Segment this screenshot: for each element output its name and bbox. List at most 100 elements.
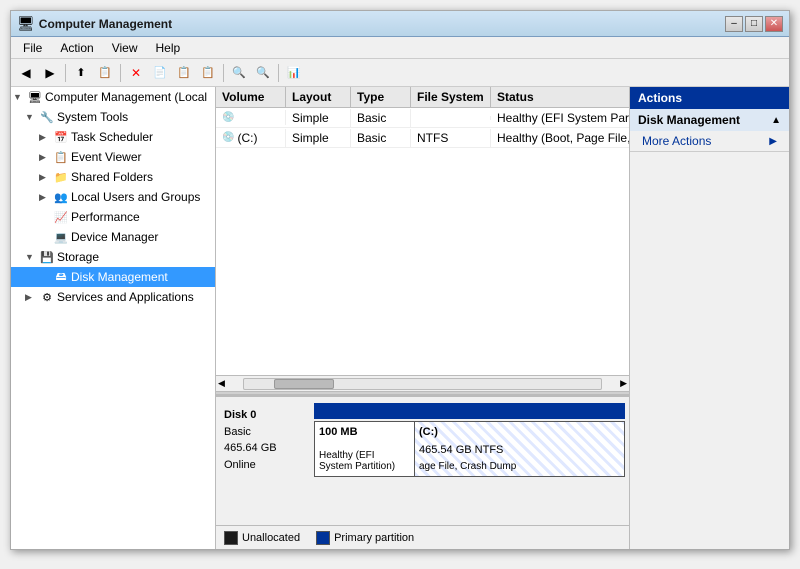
actions-title: Actions	[630, 87, 789, 109]
tree-root-label: Computer Management (Local	[45, 90, 207, 104]
partition-efi-size: 100 MB	[319, 426, 410, 438]
toolbar-snap[interactable]: 📋	[94, 62, 116, 84]
toolbar-copy[interactable]: 📋	[173, 62, 195, 84]
shared-folders-expand-icon: ▶	[39, 172, 51, 183]
tree-services[interactable]: ▶ ⚙ Services and Applications	[11, 287, 215, 307]
center-pane: Volume Layout Type File System Status 💿	[216, 87, 629, 549]
legend-primary: Primary partition	[316, 531, 414, 545]
maximize-button[interactable]: □	[745, 16, 763, 32]
th-volume[interactable]: Volume	[216, 87, 286, 107]
computer-icon: 🖥	[27, 89, 43, 105]
partition-c[interactable]: (C:) 465.54 GB NTFS age File, Crash Dump	[415, 422, 624, 476]
close-button[interactable]: ✕	[765, 16, 783, 32]
partition-efi[interactable]: 100 MB Healthy (EFI System Partition)	[315, 422, 415, 476]
shared-folders-icon: 📁	[53, 169, 69, 185]
system-tools-expand-icon: ▼	[25, 112, 37, 122]
toolbar-up[interactable]: ⬆	[70, 62, 92, 84]
disk-info: Disk 0 Basic 465.64 GB Online	[220, 403, 310, 477]
toolbar-forward[interactable]: ▶	[39, 62, 61, 84]
action-section-disk-mgmt: Disk Management ▲ More Actions ▶	[630, 109, 789, 152]
device-manager-icon: 💻	[53, 229, 69, 245]
td-fs-0	[411, 116, 491, 120]
th-type[interactable]: Type	[351, 87, 411, 107]
action-section-header[interactable]: Disk Management ▲	[630, 109, 789, 131]
table-header: Volume Layout Type File System Status	[216, 87, 629, 108]
toolbar-paste[interactable]: 📋	[197, 62, 219, 84]
menu-file[interactable]: File	[15, 39, 50, 57]
toolbar: ◀ ▶ ⬆ 📋 ✕ 📄 📋 📋 🔍 🔍 📊	[11, 59, 789, 87]
table-hscrollbar[interactable]: ◀ ▶	[216, 375, 629, 391]
toolbar-delete[interactable]: ✕	[125, 62, 147, 84]
toolbar-sep-2	[120, 64, 121, 82]
storage-expand-icon: ▼	[25, 252, 37, 262]
disk-bar	[314, 403, 625, 419]
toolbar-search2[interactable]: 🔍	[252, 62, 274, 84]
tree-event-viewer-label: Event Viewer	[71, 150, 141, 164]
toolbar-search1[interactable]: 🔍	[228, 62, 250, 84]
partition-c-desc: age File, Crash Dump	[419, 461, 620, 472]
tree-task-scheduler[interactable]: ▶ 📅 Task Scheduler	[11, 127, 215, 147]
legend-area: Unallocated Primary partition	[216, 525, 629, 549]
tree-disk-management-label: Disk Management	[71, 270, 168, 284]
action-more-actions-arrow-icon: ▶	[769, 136, 777, 147]
storage-icon: 💾	[39, 249, 55, 265]
system-tools-icon: 🔧	[39, 109, 55, 125]
menu-action[interactable]: Action	[52, 39, 101, 57]
partition-row: 100 MB Healthy (EFI System Partition) (C…	[314, 421, 625, 477]
action-more-actions[interactable]: More Actions ▶	[630, 131, 789, 151]
td-layout-0: Simple	[286, 109, 351, 127]
tree-shared-folders-label: Shared Folders	[71, 170, 153, 184]
tree-event-viewer[interactable]: ▶ 📋 Event Viewer	[11, 147, 215, 167]
tree-shared-folders[interactable]: ▶ 📁 Shared Folders	[11, 167, 215, 187]
toolbar-back[interactable]: ◀	[15, 62, 37, 84]
disk-size: 465.64 GB	[224, 440, 306, 457]
tree-local-users[interactable]: ▶ 👥 Local Users and Groups	[11, 187, 215, 207]
partition-efi-desc: Healthy (EFI System Partition)	[319, 450, 410, 472]
title-buttons: – □ ✕	[725, 16, 783, 32]
menu-help[interactable]: Help	[148, 39, 189, 57]
toolbar-sep-3	[223, 64, 224, 82]
tree-disk-management[interactable]: 🖴 Disk Management	[11, 267, 215, 287]
tree-system-tools[interactable]: ▼ 🔧 System Tools	[11, 107, 215, 127]
event-viewer-icon: 📋	[53, 149, 69, 165]
th-fs[interactable]: File System	[411, 87, 491, 107]
disk-mgmt-icon: 🖴	[53, 269, 69, 285]
tree-storage[interactable]: ▼ 💾 Storage	[11, 247, 215, 267]
tree-storage-label: Storage	[57, 250, 99, 264]
vol-drive-icon-1: 💿	[222, 132, 234, 143]
tree-performance[interactable]: 📈 Performance	[11, 207, 215, 227]
legend-box-primary	[316, 531, 330, 545]
disk-type: Basic	[224, 424, 306, 441]
local-users-expand-icon: ▶	[39, 192, 51, 203]
table-row[interactable]: 💿 Simple Basic Healthy (EFI System Parti…	[216, 108, 629, 128]
tree-device-manager[interactable]: 💻 Device Manager	[11, 227, 215, 247]
table-row[interactable]: 💿 (C:) Simple Basic NTFS Healthy (Boot, …	[216, 128, 629, 148]
disk-bar-fill	[314, 403, 625, 419]
menu-view[interactable]: View	[104, 39, 146, 57]
hscroll-track	[243, 378, 602, 390]
right-content: Volume Layout Type File System Status 💿	[216, 87, 789, 549]
hscroll-left-btn[interactable]: ◀	[216, 378, 227, 389]
local-users-icon: 👥	[53, 189, 69, 205]
legend-primary-label: Primary partition	[334, 532, 414, 544]
th-status[interactable]: Status	[491, 87, 629, 107]
th-layout[interactable]: Layout	[286, 87, 351, 107]
action-section-collapse-icon: ▲	[771, 115, 781, 126]
table-area: Volume Layout Type File System Status 💿	[216, 87, 629, 391]
services-icon: ⚙	[39, 289, 55, 305]
toolbar-chart[interactable]: 📊	[283, 62, 305, 84]
td-status-0: Healthy (EFI System Partition)	[491, 109, 629, 127]
title-bar-left: 🖥 Computer Management	[17, 15, 172, 32]
toolbar-prop[interactable]: 📄	[149, 62, 171, 84]
table-rows: 💿 Simple Basic Healthy (EFI System Parti…	[216, 108, 629, 375]
tree-root[interactable]: ▼ 🖥 Computer Management (Local	[11, 87, 215, 107]
app-icon: 🖥	[17, 15, 35, 32]
window-title: Computer Management	[39, 17, 172, 31]
td-status-1: Healthy (Boot, Page File, Crash Du	[491, 129, 629, 147]
hscroll-right-btn[interactable]: ▶	[618, 378, 629, 389]
event-viewer-expand-icon: ▶	[39, 152, 51, 163]
hscroll-thumb[interactable]	[274, 379, 334, 389]
td-vol-1: 💿 (C:)	[216, 129, 286, 147]
toolbar-sep-4	[278, 64, 279, 82]
minimize-button[interactable]: –	[725, 16, 743, 32]
